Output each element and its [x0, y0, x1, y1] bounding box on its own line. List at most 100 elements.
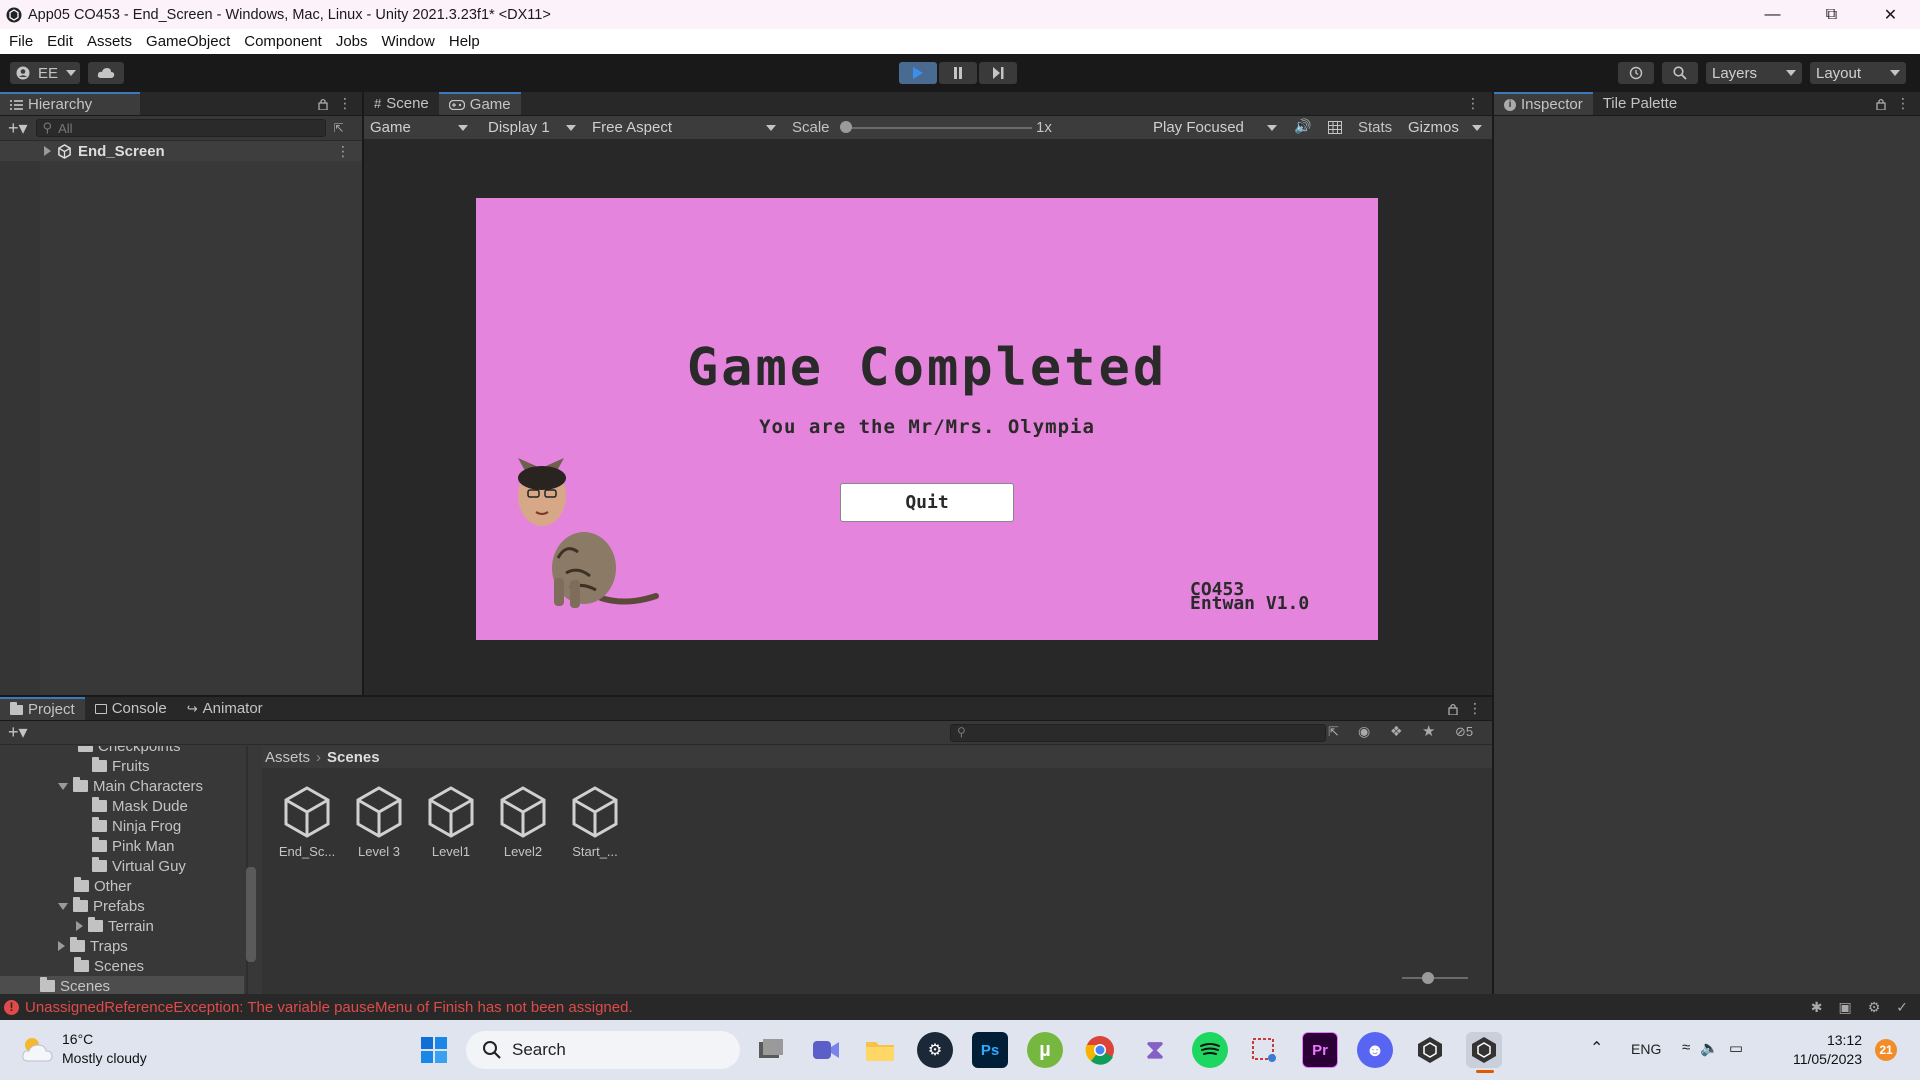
asset-item[interactable]: End_Sc...: [272, 786, 342, 859]
tree-item-selected[interactable]: Scenes: [0, 976, 244, 994]
utorrent-icon[interactable]: µ: [1027, 1032, 1063, 1068]
more-options-icon[interactable]: ⋮: [1896, 95, 1910, 112]
tab-game[interactable]: Game: [438, 92, 521, 115]
quit-button[interactable]: Quit: [840, 483, 1014, 522]
create-asset-button[interactable]: +▾: [8, 722, 28, 743]
favorites-star-icon[interactable]: ★: [1422, 722, 1435, 740]
clock[interactable]: 13:12 11/05/2023: [1776, 1031, 1862, 1069]
hierarchy-scene-row[interactable]: End_Screen ⋮: [0, 141, 362, 161]
collapse-arrow-icon[interactable]: [58, 782, 68, 790]
breadcrumb-scenes[interactable]: Scenes: [327, 749, 380, 766]
tree-item[interactable]: Other: [74, 876, 132, 896]
tree-item[interactable]: Pink Man: [92, 836, 175, 856]
mute-audio-icon[interactable]: 🔊: [1294, 118, 1311, 135]
filter-by-type-icon[interactable]: ◉: [1358, 723, 1370, 740]
tree-item[interactable]: Terrain: [76, 916, 154, 936]
play-button[interactable]: [899, 62, 937, 84]
taskbar-search-box[interactable]: Search: [466, 1031, 740, 1069]
weather-widget[interactable]: 16°C Mostly cloudy: [20, 1030, 147, 1068]
hierarchy-search-input[interactable]: ⚲ All: [35, 119, 326, 137]
collapse-arrow-icon[interactable]: [58, 902, 68, 910]
bug-icon[interactable]: ✱: [1811, 999, 1823, 1016]
menu-gameobject[interactable]: GameObject: [139, 33, 237, 50]
tree-item[interactable]: Fruits: [92, 756, 150, 776]
play-mode-dropdown[interactable]: Play Focused: [1147, 116, 1283, 139]
menu-file[interactable]: File: [0, 33, 40, 50]
snipping-tool-icon[interactable]: [1246, 1032, 1282, 1068]
cache-server-icon[interactable]: ▣: [1838, 999, 1851, 1016]
filter-by-label-icon[interactable]: ❖: [1390, 723, 1403, 740]
layout-dropdown[interactable]: Layout: [1810, 62, 1906, 84]
more-options-icon[interactable]: ⋮: [1468, 700, 1482, 717]
more-options-icon[interactable]: ⋮: [336, 143, 350, 160]
discord-icon[interactable]: ☻: [1357, 1032, 1393, 1068]
lock-icon[interactable]: [318, 98, 328, 110]
menu-component[interactable]: Component: [237, 33, 329, 50]
scale-slider-handle[interactable]: [840, 121, 852, 133]
visual-studio-icon[interactable]: ⧗: [1137, 1032, 1173, 1068]
game-mode-dropdown[interactable]: Game: [364, 116, 474, 139]
asset-item[interactable]: Level2: [488, 786, 558, 859]
system-tray[interactable]: ≈ 🔈 ▭: [1682, 1039, 1743, 1057]
tree-item[interactable]: Scenes: [74, 956, 144, 976]
layers-dropdown[interactable]: Layers: [1706, 62, 1802, 84]
input-language[interactable]: ENG: [1631, 1041, 1661, 1057]
premiere-icon[interactable]: Pr: [1302, 1032, 1338, 1068]
asset-item[interactable]: Level 3: [344, 786, 414, 859]
minimize-button[interactable]: —: [1743, 0, 1802, 29]
tab-project[interactable]: Project: [0, 697, 85, 720]
tab-inspector[interactable]: i Inspector: [1494, 92, 1593, 115]
expand-arrow-icon[interactable]: [58, 941, 65, 951]
steam-icon[interactable]: ⚙: [917, 1032, 953, 1068]
icon-size-slider[interactable]: [1402, 977, 1468, 979]
menu-assets[interactable]: Assets: [80, 33, 139, 50]
lock-icon[interactable]: [1448, 703, 1458, 715]
stats-button[interactable]: Stats: [1358, 119, 1392, 136]
start-icon[interactable]: [416, 1032, 452, 1068]
breadcrumb-assets[interactable]: Assets: [265, 749, 310, 766]
restore-button[interactable]: ⧉: [1802, 0, 1861, 29]
tab-scene[interactable]: # Scene: [364, 92, 439, 115]
grid-icon[interactable]: [1328, 121, 1342, 134]
expand-arrow-icon[interactable]: [44, 146, 51, 156]
more-options-icon[interactable]: ⋮: [338, 95, 352, 112]
menu-window[interactable]: Window: [375, 33, 442, 50]
menu-jobs[interactable]: Jobs: [329, 33, 375, 50]
scale-slider[interactable]: [842, 127, 1032, 129]
tab-hierarchy[interactable]: Hierarchy: [0, 92, 140, 115]
spotify-icon[interactable]: [1192, 1032, 1228, 1068]
expand-arrow-icon[interactable]: [76, 921, 83, 931]
tree-item[interactable]: Mask Dude: [92, 796, 188, 816]
lock-icon[interactable]: [1876, 98, 1886, 110]
tree-item[interactable]: Prefabs: [58, 896, 145, 916]
tree-item[interactable]: Virtual Guy: [92, 856, 186, 876]
auto-generate-icon[interactable]: ⚙: [1868, 999, 1881, 1016]
menu-edit[interactable]: Edit: [40, 33, 80, 50]
project-search-input[interactable]: ⚲: [950, 724, 1326, 742]
account-dropdown[interactable]: EE: [10, 62, 80, 84]
asset-item[interactable]: Level1: [416, 786, 486, 859]
search-options-icon[interactable]: ⇱: [1328, 724, 1339, 740]
photoshop-icon[interactable]: Ps: [972, 1032, 1008, 1068]
file-explorer-icon[interactable]: [862, 1032, 898, 1068]
unity-hub-icon[interactable]: [1412, 1032, 1448, 1068]
tab-tile-palette[interactable]: Tile Palette: [1593, 92, 1687, 115]
search-options-icon[interactable]: ⇱: [334, 121, 344, 135]
chrome-icon[interactable]: [1082, 1032, 1118, 1068]
add-object-button[interactable]: +▾: [8, 118, 28, 139]
history-button[interactable]: [1618, 62, 1654, 84]
hidden-packages-icon[interactable]: ⊘5: [1455, 724, 1473, 740]
unity-icon[interactable]: [1466, 1032, 1502, 1068]
aspect-dropdown[interactable]: Free Aspect: [586, 116, 782, 139]
task-view-icon[interactable]: [753, 1032, 789, 1068]
more-options-icon[interactable]: ⋮: [1466, 95, 1480, 112]
tree-item[interactable]: Ninja Frog: [92, 816, 181, 836]
status-error-message[interactable]: UnassignedReferenceException: The variab…: [25, 999, 633, 1016]
tree-scrollbar-thumb[interactable]: [246, 867, 256, 962]
tree-item[interactable]: Traps: [58, 936, 128, 956]
notification-badge[interactable]: 21: [1875, 1039, 1897, 1061]
step-button[interactable]: [979, 62, 1017, 84]
asset-item[interactable]: Start_...: [560, 786, 630, 859]
cloud-button[interactable]: [88, 62, 124, 84]
meet-icon[interactable]: [808, 1032, 844, 1068]
